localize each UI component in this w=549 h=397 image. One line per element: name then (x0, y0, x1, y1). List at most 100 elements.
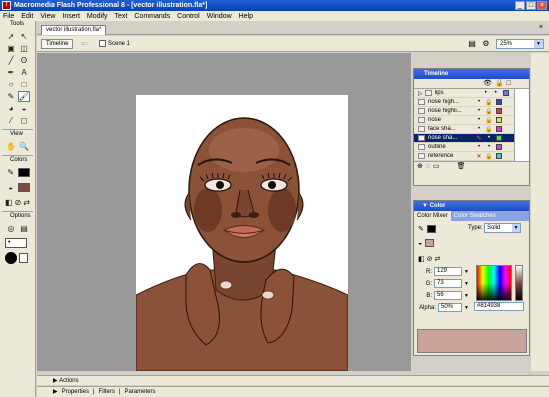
color-panel-header[interactable]: ▼ Color (414, 201, 529, 211)
layer-frame-cell[interactable] (514, 98, 529, 107)
brightness-slider[interactable] (515, 265, 523, 301)
default-colors-icon[interactable]: ◧ (418, 255, 425, 263)
menu-commands[interactable]: Commands (134, 13, 170, 20)
add-motion-guide-icon[interactable]: ◌ (426, 162, 430, 171)
layer-row-lips[interactable]: ▷ lips • • (414, 89, 529, 98)
timeline-toggle-button[interactable]: Timeline (41, 39, 74, 49)
eyedropper-icon[interactable]: ⁄ (5, 115, 17, 126)
visibility-dot[interactable]: • (474, 126, 484, 132)
layer-row-face-sha[interactable]: face sha... • 🔒 (414, 125, 529, 134)
layer-color-swatch[interactable] (502, 90, 509, 96)
stroke-color-swatch[interactable] (18, 168, 30, 177)
menu-modify[interactable]: Modify (87, 13, 108, 20)
layer-frame-cell[interactable] (514, 152, 529, 161)
lasso-icon[interactable]: ʘ (18, 55, 30, 66)
layer-frame-cell[interactable] (514, 143, 529, 152)
layer-color-swatch[interactable] (496, 144, 502, 150)
no-color-icon[interactable]: ⊘ (427, 255, 433, 263)
fill-transform-icon[interactable]: ◫ (18, 43, 30, 54)
swap-colors-icon[interactable]: ⇄ (435, 255, 441, 263)
tab-properties[interactable]: Properties (62, 387, 89, 397)
line-icon[interactable]: ╱ (5, 55, 17, 66)
r-dropdown-icon[interactable]: ▼ (464, 269, 469, 275)
zoom-dropdown[interactable]: 25% ▼ (496, 39, 544, 49)
lock-icon[interactable]: 🔒 (495, 79, 504, 88)
g-input[interactable]: 73 (434, 279, 462, 288)
menu-file[interactable]: File (3, 13, 14, 20)
brush-shape-icon[interactable] (5, 252, 17, 264)
lock-fill-icon[interactable]: ▤ (18, 223, 30, 234)
edit-scene-icon[interactable]: ▤ (467, 39, 477, 49)
layer-color-swatch[interactable] (496, 153, 502, 159)
tab-color-mixer[interactable]: Color Mixer (414, 211, 451, 221)
layer-color-swatch[interactable] (496, 108, 502, 114)
layer-row-nose-highli[interactable]: nose highli... • 🔒 (414, 107, 529, 116)
rectangle-icon[interactable]: □ (18, 79, 30, 90)
actions-panel-bar[interactable]: ▶ Actions (37, 375, 549, 385)
brush-icon[interactable]: 🖌 (18, 91, 30, 102)
swap-colors-icon[interactable]: ⇄ (23, 197, 30, 208)
visibility-dot[interactable]: • (474, 144, 484, 150)
eraser-icon[interactable]: ◻ (18, 115, 30, 126)
brush-size-dropdown[interactable]: • (5, 238, 27, 248)
visibility-dot[interactable]: • (474, 117, 484, 123)
outline-icon[interactable]: □ (507, 79, 511, 88)
hand-icon[interactable]: ✋ (5, 141, 17, 152)
menu-view[interactable]: View (40, 13, 55, 20)
minimize-button[interactable]: _ (515, 1, 525, 10)
b-dropdown-icon[interactable]: ▼ (464, 293, 469, 299)
g-dropdown-icon[interactable]: ▼ (464, 281, 469, 287)
lock-dot[interactable]: • (484, 144, 494, 150)
layer-frame-cell[interactable] (514, 89, 529, 98)
lock-icon[interactable]: 🔒 (484, 153, 494, 160)
layer-frame-cell[interactable] (514, 125, 529, 134)
eye-icon[interactable]: 👁 (483, 79, 492, 88)
tab-color-swatches[interactable]: Color Swatches (451, 211, 499, 221)
r-input[interactable]: 129 (434, 267, 462, 276)
menu-text[interactable]: Text (115, 13, 128, 20)
close-button[interactable]: × (537, 1, 547, 10)
maximize-button[interactable]: □ (526, 1, 536, 10)
layer-color-swatch[interactable] (496, 126, 502, 132)
layer-color-swatch[interactable] (496, 117, 502, 123)
stage-canvas[interactable] (135, 95, 349, 372)
hex-input[interactable]: #814938 (474, 302, 524, 311)
fill-type-dropdown[interactable]: Solid ▼ (484, 223, 521, 233)
lock-dot[interactable]: • (491, 90, 501, 96)
document-tab[interactable]: vector illustration.fla* (41, 25, 107, 35)
pen-icon[interactable]: ✒ (5, 67, 17, 78)
b-input[interactable]: 56 (434, 291, 462, 300)
menu-insert[interactable]: Insert (62, 13, 80, 20)
ink-bottle-icon[interactable]: ◕ (5, 103, 17, 114)
brush-shape-dropdown[interactable] (19, 253, 28, 263)
layer-color-swatch[interactable] (496, 135, 502, 141)
menu-edit[interactable]: Edit (21, 13, 33, 20)
layer-color-swatch[interactable] (496, 99, 502, 105)
fill-color-swatch[interactable] (18, 183, 30, 192)
oval-icon[interactable]: ○ (5, 79, 17, 90)
timeline-header[interactable]: Timeline (414, 69, 529, 79)
layer-frame-cell[interactable] (514, 107, 529, 116)
alpha-input[interactable]: 50% (438, 303, 462, 312)
text-icon[interactable]: A (18, 67, 30, 78)
paint-bucket-icon[interactable]: ◒ (18, 103, 30, 114)
zoom-icon[interactable]: 🔍 (18, 141, 30, 152)
menu-window[interactable]: Window (207, 13, 232, 20)
lock-icon[interactable]: 🔒 (484, 108, 494, 115)
insert-layer-icon[interactable]: ⊕ (417, 162, 423, 171)
free-transform-icon[interactable]: ▣ (5, 43, 17, 54)
hidden-x-icon[interactable]: ✕ (474, 153, 484, 160)
menu-control[interactable]: Control (177, 13, 200, 20)
visibility-dot[interactable]: • (484, 135, 494, 141)
tab-filters[interactable]: Filters (99, 387, 115, 397)
layer-row-reference[interactable]: reference ✕ 🔒 (414, 152, 529, 161)
lock-icon[interactable]: 🔒 (484, 99, 494, 106)
close-document-icon[interactable]: × (537, 24, 545, 32)
fill-swatch[interactable] (425, 239, 435, 247)
subselect-icon[interactable]: ↖ (18, 31, 30, 42)
insert-folder-icon[interactable]: ▭ (433, 162, 440, 171)
arrow-icon[interactable]: ➚ (5, 31, 17, 42)
brush-mode-icon[interactable]: ◎ (5, 223, 17, 234)
no-color-icon[interactable]: ⊘ (15, 197, 22, 208)
layer-frame-cell[interactable] (514, 134, 529, 143)
